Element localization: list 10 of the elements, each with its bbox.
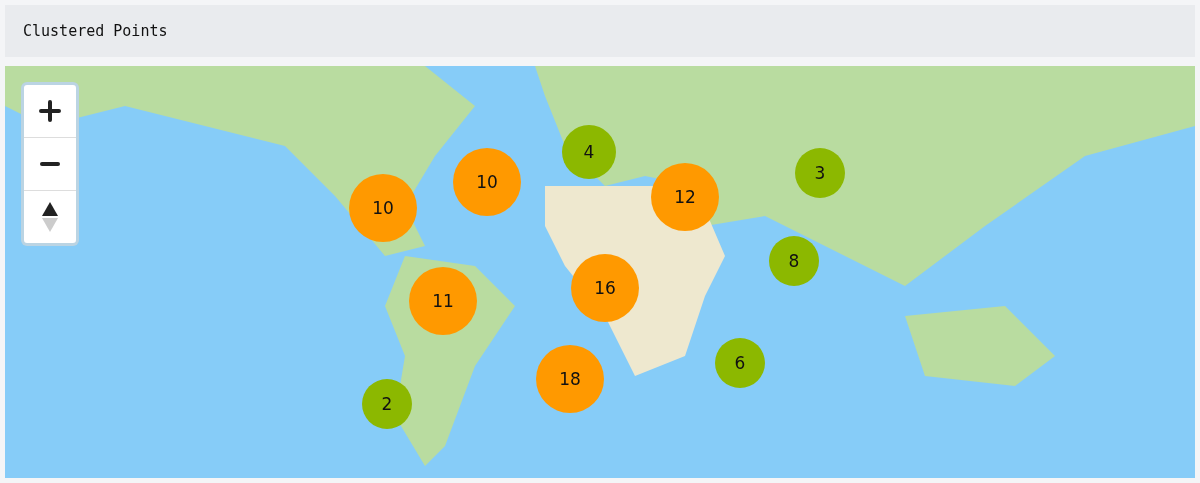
plus-icon (39, 100, 61, 122)
cluster-marker[interactable]: 2 (362, 379, 412, 429)
cluster-marker[interactable]: 18 (536, 345, 604, 413)
map-view[interactable]: 10 10 4 12 3 8 11 16 6 18 2 (5, 66, 1195, 478)
page-title: Clustered Points (23, 22, 168, 40)
cluster-marker[interactable]: 8 (769, 236, 819, 286)
minus-icon (40, 162, 60, 166)
cluster-marker[interactable]: 6 (715, 338, 765, 388)
compass-icon (42, 202, 58, 232)
cluster-marker[interactable]: 10 (453, 148, 521, 216)
